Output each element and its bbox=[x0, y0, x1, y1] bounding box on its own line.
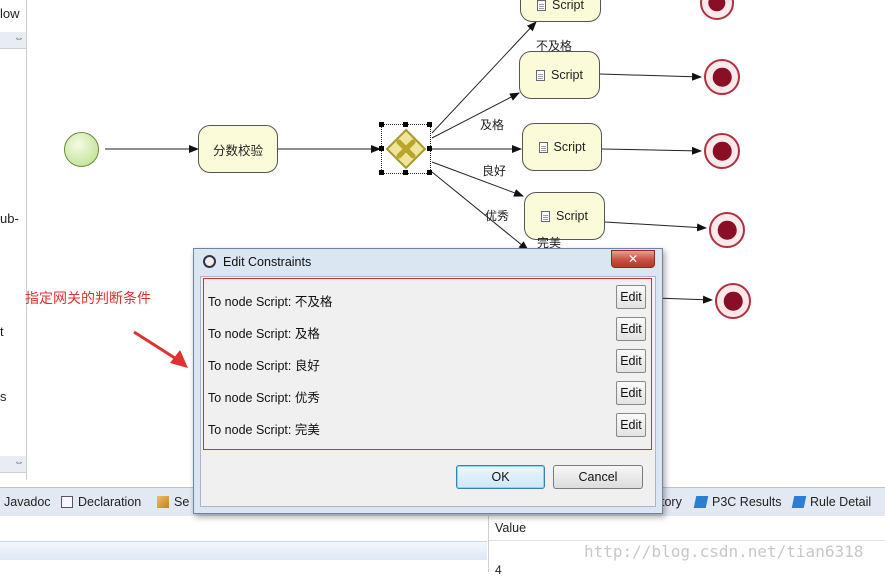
tab-history[interactable]: tory bbox=[661, 495, 682, 509]
flow-script-to-end bbox=[654, 295, 713, 304]
tab-search[interactable]: Se bbox=[157, 495, 189, 509]
edit-button[interactable]: Edit bbox=[616, 285, 646, 309]
tab-label: Declaration bbox=[78, 495, 142, 509]
end-event[interactable] bbox=[709, 212, 745, 248]
flow-gateway-to-pass bbox=[431, 92, 520, 139]
edge-label-excellent: 优秀 bbox=[485, 209, 510, 223]
header-separator bbox=[489, 540, 885, 541]
constraint-label: To node Script: 良好 bbox=[208, 359, 320, 373]
start-event[interactable] bbox=[64, 132, 99, 167]
tab-rule-detail[interactable]: Rule Detail bbox=[791, 495, 872, 509]
value-column-header[interactable]: Value bbox=[495, 521, 526, 535]
dialog-title: Edit Constraints bbox=[223, 255, 312, 269]
script-task-fail[interactable]: Script bbox=[520, 0, 601, 22]
tab-label: Rule Detail bbox=[810, 495, 872, 509]
app-icon bbox=[203, 255, 216, 268]
script-task-excellent[interactable]: Script bbox=[524, 192, 605, 240]
pencil-icon bbox=[157, 496, 169, 508]
edit-button[interactable]: Edit bbox=[616, 349, 646, 373]
cancel-button[interactable]: Cancel bbox=[553, 465, 643, 489]
task-label: Script bbox=[552, 0, 584, 12]
rule-icon bbox=[791, 496, 807, 508]
script-icon bbox=[541, 210, 551, 222]
tab-label: Javadoc bbox=[4, 495, 51, 509]
edge-label-fail: 不及格 bbox=[536, 39, 573, 53]
annotation-text: 指定网关的判断条件 bbox=[25, 290, 151, 306]
tab-javadoc[interactable]: Javadoc bbox=[4, 495, 51, 509]
tab-label: P3C Results bbox=[712, 495, 782, 509]
script-icon bbox=[538, 141, 548, 153]
script-icon bbox=[537, 0, 547, 11]
constraint-row: To node Script: 完美 Edit bbox=[204, 410, 651, 442]
flow-script-to-end bbox=[604, 221, 707, 232]
constraints-list: To node Script: 不及格 Edit To node Script:… bbox=[203, 278, 652, 450]
close-button[interactable]: ✕ bbox=[611, 250, 655, 268]
constraint-label: To node Script: 完美 bbox=[208, 423, 320, 437]
end-event[interactable] bbox=[704, 133, 740, 169]
properties-selected-row[interactable] bbox=[0, 541, 487, 560]
value-cell[interactable]: 4 bbox=[495, 563, 502, 577]
constraint-row: To node Script: 优秀 Edit bbox=[204, 378, 651, 410]
flow-script-to-end bbox=[599, 72, 702, 81]
ok-button[interactable]: OK bbox=[456, 465, 545, 489]
gateway-x-icon bbox=[385, 128, 427, 170]
flow-script-to-end bbox=[601, 146, 702, 155]
tab-declaration[interactable]: Declaration bbox=[61, 495, 141, 509]
flow-gateway-to-perfect bbox=[431, 171, 529, 251]
dialog-titlebar[interactable]: Edit Constraints ✕ bbox=[194, 249, 662, 275]
task-label: Script bbox=[553, 140, 586, 154]
watermark-text: http://blog.csdn.net/tian6318 bbox=[584, 542, 864, 561]
flow-gateway-to-excellent bbox=[431, 161, 524, 197]
p3c-icon bbox=[693, 496, 709, 508]
close-icon: ✕ bbox=[627, 252, 639, 266]
script-task-good[interactable]: Script bbox=[522, 123, 602, 171]
constraint-label: To node Script: 优秀 bbox=[208, 391, 320, 405]
script-icon bbox=[536, 69, 546, 81]
end-event[interactable] bbox=[704, 59, 740, 95]
edit-constraints-dialog: Edit Constraints ✕ To node Script: 不及格 E… bbox=[193, 248, 663, 514]
edit-button[interactable]: Edit bbox=[616, 413, 646, 437]
constraint-label: To node Script: 不及格 bbox=[208, 295, 333, 309]
exclusive-gateway[interactable] bbox=[379, 122, 432, 175]
declaration-icon bbox=[61, 496, 73, 508]
tab-p3c-results[interactable]: P3C Results bbox=[693, 495, 782, 509]
script-task-pass[interactable]: Script bbox=[519, 51, 600, 99]
edge-label-good: 良好 bbox=[482, 164, 507, 178]
constraint-row: To node Script: 及格 Edit bbox=[204, 314, 651, 346]
tab-label: tory bbox=[661, 495, 682, 509]
validate-score-task[interactable]: 分数校验 bbox=[198, 125, 278, 173]
constraint-row: To node Script: 良好 Edit bbox=[204, 346, 651, 378]
annotation-arrow-icon bbox=[133, 330, 188, 368]
task-label: Script bbox=[556, 209, 588, 223]
constraint-label: To node Script: 及格 bbox=[208, 327, 320, 341]
constraint-row: To node Script: 不及格 Edit bbox=[204, 282, 651, 314]
end-event[interactable] bbox=[715, 283, 751, 319]
edit-button[interactable]: Edit bbox=[616, 381, 646, 405]
edge-label-pass: 及格 bbox=[480, 118, 505, 132]
tab-label: Se bbox=[174, 495, 190, 509]
column-divider[interactable] bbox=[488, 516, 489, 572]
dialog-body: To node Script: 不及格 Edit To node Script:… bbox=[200, 276, 656, 507]
task-label: Script bbox=[551, 68, 583, 82]
task-label: 分数校验 bbox=[212, 143, 263, 158]
edit-button[interactable]: Edit bbox=[616, 317, 646, 341]
